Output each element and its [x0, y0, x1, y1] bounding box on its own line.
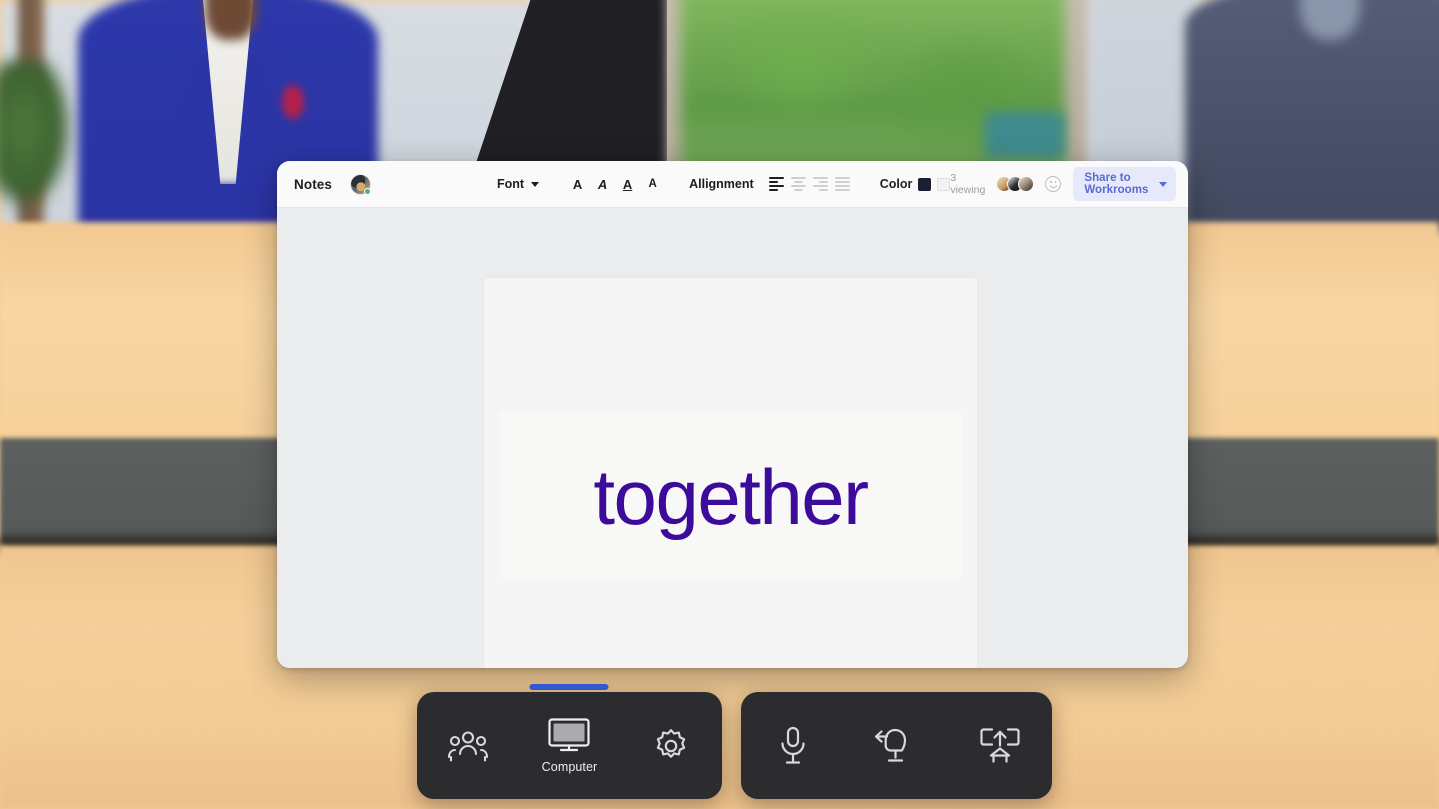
align-left-icon[interactable] [769, 176, 785, 192]
color-swatch-dark[interactable] [918, 177, 932, 191]
gear-icon [656, 728, 686, 758]
chevron-down-icon[interactable] [531, 181, 540, 187]
bold-button[interactable]: A [567, 174, 588, 195]
italic-button[interactable]: A [592, 174, 613, 195]
color-swatch-light[interactable] [937, 177, 951, 191]
text-style-group: A A A A [565, 174, 665, 195]
document-owner-avatar[interactable] [350, 173, 372, 195]
color-group: Color [880, 177, 951, 191]
font-group: Font [497, 177, 540, 191]
viewer-avatars[interactable] [996, 176, 1035, 192]
underline-button[interactable]: A [617, 174, 638, 195]
vr-dock-left: Computer [417, 684, 722, 799]
vr-dock-right [741, 692, 1052, 799]
alignment-label: Allignment [689, 177, 754, 191]
notes-toolbar: Notes Font A A A A Allignment Color 3 vi… [277, 161, 1188, 208]
presence-group: 3 viewing Share to Workrooms [950, 167, 1176, 201]
dock-item-label-computer: Computer [541, 760, 598, 774]
page-title: Notes [294, 176, 333, 192]
monitor-icon [548, 718, 591, 752]
share-to-workrooms-button[interactable]: Share to Workrooms [1073, 167, 1176, 201]
share-button-label: Share to Workrooms [1084, 172, 1149, 196]
participant-left-pocket-square [282, 85, 304, 119]
dock-item-microphone[interactable] [754, 725, 832, 767]
align-center-icon[interactable] [791, 176, 807, 192]
alignment-group: Allignment [689, 176, 854, 192]
dock-item-settings[interactable] [632, 726, 710, 766]
viewing-count-label: 3 viewing [950, 172, 986, 196]
dock-item-computer[interactable]: Computer [529, 684, 609, 774]
font-size-button[interactable]: A [642, 174, 663, 195]
dock-item-return-to-seat[interactable] [857, 725, 935, 767]
smiley-face-icon[interactable] [1045, 176, 1062, 192]
desk-screen-share-icon [980, 727, 1020, 763]
notes-app-window: Notes Font A A A A Allignment Color 3 vi… [277, 161, 1188, 668]
potted-plant [0, 60, 72, 210]
color-label: Color [879, 177, 913, 191]
window-teal-object [985, 112, 1065, 158]
people-group-icon [447, 730, 488, 762]
dock-item-share-desk[interactable] [961, 725, 1039, 767]
dock-item-people[interactable] [429, 729, 507, 763]
chevron-down-icon [1159, 181, 1167, 187]
font-label: Font [497, 177, 525, 191]
avatar [1018, 176, 1035, 192]
document-text[interactable]: together [484, 458, 977, 536]
document-page[interactable]: together [484, 278, 977, 668]
online-status-dot [364, 187, 372, 195]
active-tab-indicator [529, 684, 609, 690]
align-right-icon[interactable] [813, 176, 829, 192]
document-canvas[interactable]: together [277, 208, 1188, 668]
align-justify-icon[interactable] [835, 176, 851, 192]
microphone-icon [781, 726, 805, 764]
chair-back-arrow-icon [875, 728, 907, 762]
